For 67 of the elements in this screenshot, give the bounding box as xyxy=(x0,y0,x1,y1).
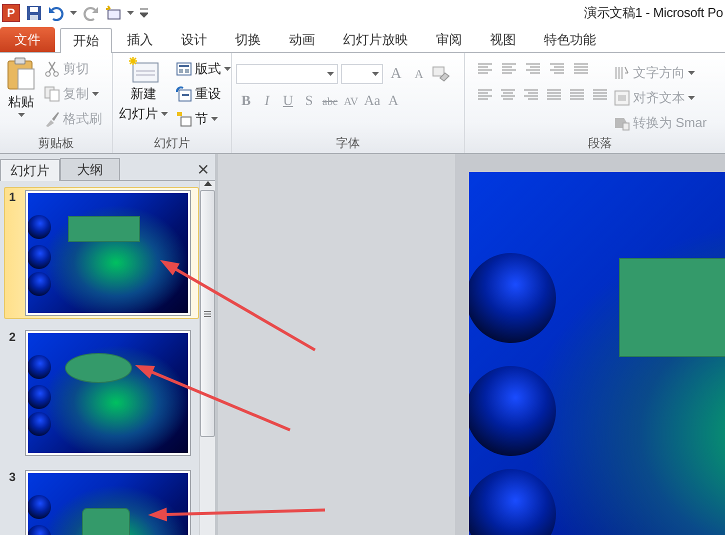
clipboard-icon xyxy=(6,57,36,91)
group-label: 字体 xyxy=(335,135,361,152)
sphere-drawing xyxy=(28,354,52,379)
paste-button[interactable]: 粘贴 xyxy=(4,57,38,135)
app-logo: P xyxy=(2,4,20,22)
brush-icon xyxy=(44,110,60,126)
slides-button[interactable]: 版式 xyxy=(174,57,233,80)
ribbon-tab[interactable]: 视图 xyxy=(477,27,529,52)
slides-button[interactable]: 节 xyxy=(174,107,233,130)
caret-icon xyxy=(372,72,379,76)
slide-number: 1 xyxy=(9,190,17,206)
caret-icon xyxy=(224,66,231,70)
caret-icon xyxy=(688,96,695,100)
caret-icon xyxy=(161,112,168,116)
sphere-drawing xyxy=(28,244,52,269)
ribbon-tab[interactable]: 设计 xyxy=(168,27,220,52)
sphere-drawing xyxy=(28,412,52,436)
caret-icon xyxy=(70,10,77,14)
caret-icon xyxy=(127,10,134,14)
new-slide-icon xyxy=(128,57,158,83)
panel-tab[interactable]: 幻灯片 xyxy=(0,159,60,181)
close-button[interactable]: × xyxy=(191,160,215,180)
caret-icon xyxy=(327,72,334,76)
scissors-icon xyxy=(44,60,60,76)
slide-number: 3 xyxy=(9,470,17,486)
font-size-field[interactable] xyxy=(341,64,383,84)
ribbon-tab[interactable]: 开始 xyxy=(60,28,112,53)
copy-icon xyxy=(44,86,60,102)
ribbon-tab[interactable]: 特色功能 xyxy=(531,27,609,52)
grip-icon xyxy=(204,310,211,316)
slide-thumbnail-row[interactable]: 1 xyxy=(4,187,199,319)
ribbon-tab[interactable]: 切换 xyxy=(222,27,274,52)
caret-icon xyxy=(92,92,99,96)
customize-icon xyxy=(140,8,148,18)
new-slide-button[interactable]: 新建 幻灯片 xyxy=(117,57,170,135)
text-direction-icon xyxy=(614,64,630,80)
font-name-field[interactable] xyxy=(236,64,338,84)
scroll-up-icon xyxy=(204,181,212,186)
slides-button[interactable]: 重设 xyxy=(174,82,233,105)
sphere-drawing xyxy=(28,272,52,296)
section-icon xyxy=(176,110,192,126)
undo-icon xyxy=(48,4,64,20)
redo-icon xyxy=(83,4,99,20)
scrollbar[interactable] xyxy=(199,181,215,535)
file-tab[interactable]: 文件 xyxy=(0,27,55,52)
caret-icon xyxy=(18,113,24,117)
ribbon-tab[interactable]: 幻灯片放映 xyxy=(330,27,421,52)
slide-number: 2 xyxy=(9,330,17,346)
ribbon-tab[interactable]: 审阅 xyxy=(423,27,475,52)
eraser-icon xyxy=(432,66,450,82)
ribbon-tab[interactable]: 动画 xyxy=(276,27,328,52)
align-text-icon xyxy=(614,90,630,106)
panel-tab[interactable]: 大纲 xyxy=(60,158,120,180)
window-title: 演示文稿1 - Microsoft Po xyxy=(584,4,723,22)
reset-icon xyxy=(176,86,192,102)
sphere-drawing xyxy=(28,494,52,519)
caret-icon xyxy=(211,116,218,120)
new-slide-icon xyxy=(105,4,121,20)
layout-icon xyxy=(176,60,192,76)
group-label: 段落 xyxy=(587,135,613,152)
caret-icon xyxy=(688,70,695,74)
ribbon-tab[interactable]: 插入 xyxy=(114,27,166,52)
sphere-drawing xyxy=(28,214,52,239)
save-icon xyxy=(26,4,42,20)
group-label: 幻灯片 xyxy=(153,135,191,152)
group-label: 剪贴板 xyxy=(37,135,75,152)
sphere-drawing xyxy=(28,384,52,409)
